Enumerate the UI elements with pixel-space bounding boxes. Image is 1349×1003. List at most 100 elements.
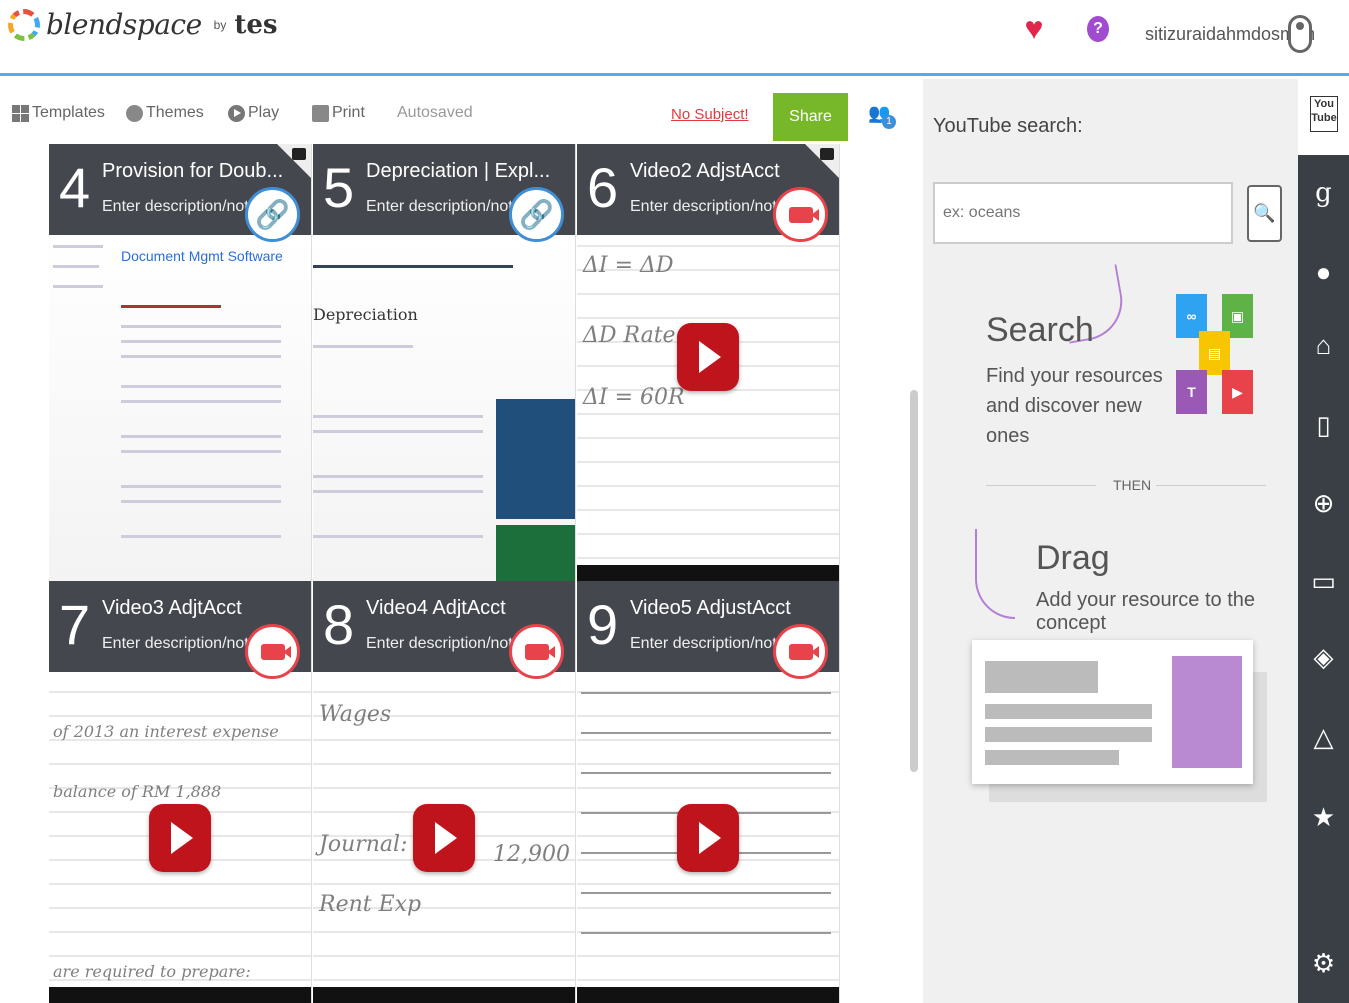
no-subject-link[interactable]: No Subject! [671, 106, 749, 123]
themes-label: Themes [146, 104, 204, 121]
print-label: Print [332, 104, 365, 121]
heart-icon[interactable]: ♥ [1020, 12, 1048, 44]
tile-5-description[interactable]: Enter description/notes [366, 198, 530, 216]
link-icon: 🔗 [509, 187, 564, 242]
video-camera-icon [245, 624, 300, 679]
tile-4-preview: Document Mgmt Software [49, 235, 311, 581]
tile-7-number: 7 [59, 593, 91, 656]
tile-6-number: 6 [587, 156, 619, 219]
tile-4-number: 4 [59, 156, 91, 219]
drag-card-illustration [972, 640, 1253, 784]
tile-5-title[interactable]: Depreciation | Expl... [366, 160, 550, 183]
favorites-icon[interactable]: ★ [1298, 797, 1349, 837]
gooru-icon[interactable]: ⌂ [1298, 325, 1349, 365]
printer-icon [312, 104, 329, 122]
share-button[interactable]: Share [773, 93, 848, 141]
tile-8-number: 8 [323, 593, 355, 656]
avatar[interactable] [1288, 15, 1312, 53]
tile-6[interactable]: ΔI = ΔD ΔD Rate ΔI = 60R 6 Video2 AdjstA… [577, 144, 840, 581]
tile-7-description[interactable]: Enter description/notes [102, 635, 266, 653]
palette-icon [126, 104, 143, 122]
resource-panel: YouTube search: 🔍 Search Find your resou… [923, 79, 1298, 1003]
youtube-search-input[interactable] [933, 182, 1233, 244]
promo-banner [496, 525, 575, 581]
tile-7[interactable]: of 2013 an interest expense balance of R… [49, 581, 312, 1003]
youtube-play-icon[interactable] [149, 803, 211, 872]
play-icon [228, 104, 245, 122]
search-heading: Search [986, 311, 1094, 349]
video-camera-icon [773, 187, 828, 242]
arrow-curve-icon [975, 529, 1015, 619]
search-icon: 🔍 [1253, 203, 1276, 223]
video-control-bar [577, 987, 839, 1003]
tile-8-description[interactable]: Enter description/notes [366, 635, 530, 653]
grid-icon [12, 104, 29, 122]
tile-4[interactable]: Document Mgmt Software 4 Provision for D… [49, 144, 312, 581]
text-chip-icon: T [1176, 370, 1207, 414]
settings-icon[interactable]: ⚙ [1298, 943, 1349, 983]
tile-8-title[interactable]: Video4 AdjtAcct [366, 597, 506, 620]
drag-heading: Drag [1036, 539, 1110, 577]
tile-9-number: 9 [587, 593, 619, 656]
resource-sidebar: g ● ⌂ ▯ ⊕ ▭ ◈ △ ★ ⚙ [1298, 155, 1349, 1003]
question-icon[interactable]: ? [1087, 16, 1109, 42]
tile-4-title[interactable]: Provision for Doub... [102, 160, 283, 183]
top-bar: blendspace by tes ♥ ? sitizuraidahmdosma… [0, 0, 1349, 76]
google-icon[interactable]: g [1298, 173, 1349, 213]
youtube-play-icon[interactable] [677, 323, 739, 391]
document-chip-icon: ▤ [1199, 331, 1230, 375]
web-icon[interactable]: ⊕ [1298, 483, 1349, 523]
tile-6-description[interactable]: Enter description/notes [630, 198, 794, 216]
video-camera-icon [773, 624, 828, 679]
tile-5-preview: Depreciation [313, 235, 575, 581]
tiles-scrollbar[interactable] [910, 390, 918, 772]
play-label: Play [248, 104, 280, 121]
themes-button[interactable]: Themes [126, 104, 204, 122]
collaborators-button[interactable]: 👥 1 [868, 103, 896, 129]
tile-7-title[interactable]: Video3 AdjtAcct [102, 597, 242, 620]
templates-button[interactable]: Templates [12, 104, 105, 122]
tile-4-description[interactable]: Enter description/notes [102, 198, 266, 216]
tile-9-preview [577, 672, 839, 1003]
drive-icon[interactable]: △ [1298, 717, 1349, 757]
screen-icon[interactable]: ▭ [1298, 561, 1349, 601]
comment-icon[interactable] [805, 144, 839, 178]
youtube-logo-icon[interactable]: You Tube [1310, 96, 1338, 132]
tile-6-preview: ΔI = ΔD ΔD Rate ΔI = 60R [577, 235, 839, 581]
flickr-icon[interactable]: ● [1298, 252, 1349, 292]
link-icon: 🔗 [245, 187, 300, 242]
collaborators-count: 1 [882, 115, 896, 129]
play-button[interactable]: Play [228, 104, 279, 122]
youtube-play-icon[interactable] [413, 803, 475, 872]
logo-ring-icon [8, 8, 40, 41]
logo-by: by [213, 17, 227, 32]
toolbar: Templates Themes Play Print Autosaved No… [0, 79, 920, 141]
video-control-bar [577, 565, 839, 581]
logo-partner: tes [234, 9, 278, 40]
youtube-play-icon[interactable] [677, 803, 739, 872]
search-subtext: Find your resources and discover new one… [986, 365, 1163, 447]
then-divider: THEN [1113, 477, 1152, 493]
print-button[interactable]: Print [312, 104, 365, 122]
video-camera-icon [509, 624, 564, 679]
tile-7-preview: of 2013 an interest expense balance of R… [49, 672, 311, 1003]
templates-label: Templates [32, 104, 105, 121]
tile-5-number: 5 [323, 156, 355, 219]
logo-text: blendspace [46, 8, 202, 41]
drag-subtext: Add your resource to the concept [1036, 589, 1256, 634]
blendspace-logo[interactable]: blendspace by tes [8, 8, 278, 41]
panel-title: YouTube search: [933, 115, 1083, 137]
tile-8[interactable]: Wages Journal: Rent Exp 12,900 8 Video4 … [313, 581, 576, 1003]
tile-9[interactable]: 9 Video5 AdjustAcct Enter description/no… [577, 581, 840, 1003]
tile-5-doc-heading: Depreciation [313, 305, 418, 324]
tile-6-title[interactable]: Video2 AdjstAcct [630, 160, 780, 183]
video-control-bar [313, 987, 575, 1003]
educreations-icon[interactable]: ▯ [1298, 405, 1349, 445]
search-button[interactable]: 🔍 [1247, 185, 1282, 242]
dropbox-icon[interactable]: ◈ [1298, 637, 1349, 677]
tile-9-title[interactable]: Video5 AdjustAcct [630, 597, 791, 620]
tiles-grid: Document Mgmt Software 4 Provision for D… [49, 144, 841, 1003]
comment-icon[interactable] [277, 144, 311, 178]
tile-9-description[interactable]: Enter description/notes [630, 635, 794, 653]
tile-5[interactable]: Depreciation 5 Depreciation | Expl... En… [313, 144, 576, 581]
